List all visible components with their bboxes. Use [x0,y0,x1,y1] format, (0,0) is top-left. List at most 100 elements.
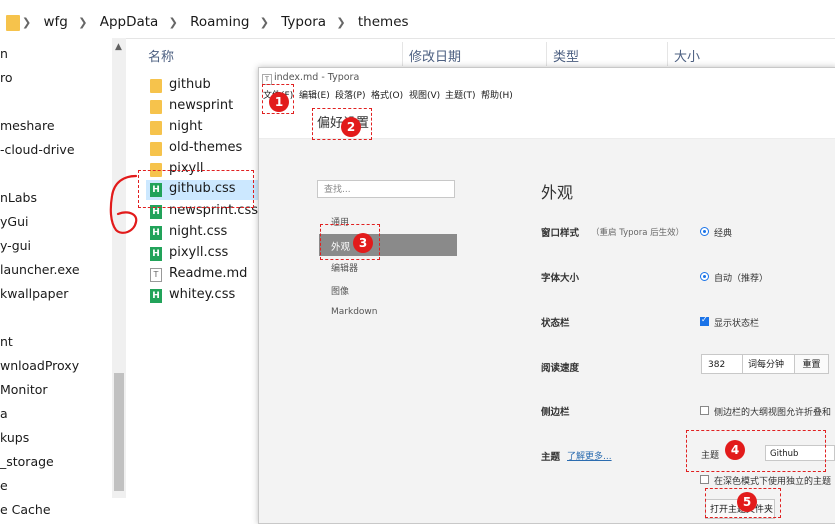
column-header-name[interactable]: 名称 [148,46,174,65]
list-item[interactable]: night [146,118,258,138]
step-badge: 3 [353,233,373,253]
sidebar-outline-checkbox[interactable] [700,406,709,415]
chevron-right-icon: ❯ [78,16,88,29]
nav-item[interactable]: a [0,406,8,421]
nav-item[interactable]: -cloud-drive [0,142,75,157]
window-style-radio[interactable] [700,227,709,236]
chevron-right-icon: ❯ [259,16,269,29]
nav-item[interactable]: yGui [0,214,28,229]
sidebar-outline-option: 侧边栏的大纲视图允许折叠和 [714,408,832,418]
menu-view[interactable]: 视图(V) [409,88,440,101]
sidebar-setting-label: 侧边栏 [541,407,570,418]
font-size-value: 自动（推荐） [714,274,769,284]
menu-format[interactable]: 格式(O) [371,88,403,101]
nav-item[interactable]: n [0,46,8,61]
file-name: pixyll.css [169,245,229,260]
reading-speed-unit: 词每分钟 [743,354,795,374]
file-name: old-themes [169,140,243,155]
navigation-pane: n ro meshare -cloud-drive nLabs yGui y-g… [0,38,126,522]
window-style-note: （重启 Typora 后生效） [591,228,685,238]
annotation-box [686,430,826,472]
nav-item[interactable]: e Cache [0,502,51,517]
list-item[interactable]: Hpixyll.css [146,244,258,264]
status-bar-option: 显示状态栏 [714,319,760,329]
breadcrumb-item[interactable]: wfg [44,14,68,30]
annotation-box [138,170,254,208]
folder-icon [150,121,162,135]
learn-more-link[interactable]: 了解更多... [567,449,612,462]
nav-item[interactable]: meshare [0,118,55,133]
text-file-icon: T [150,268,162,282]
nav-item[interactable]: _storage [0,454,54,469]
sidebar-item-markdown[interactable]: Markdown [331,307,377,317]
folder-icon [6,15,20,31]
folder-icon [150,142,162,156]
css-file-icon: H [150,289,162,303]
menu-themes[interactable]: 主题(T) [445,88,476,101]
reading-speed-label: 阅读速度 [541,363,580,374]
menu-help[interactable]: 帮助(H) [481,88,513,101]
nav-item[interactable]: Monitor [0,382,48,397]
step-badge: 4 [725,440,745,460]
column-header-date[interactable]: 修改日期 [409,46,461,65]
column-divider[interactable] [667,42,668,66]
file-name: night [169,119,203,134]
sidebar-item-image[interactable]: 图像 [331,284,349,297]
chevron-up-icon[interactable]: ▲ [115,42,122,52]
chevron-right-icon: ❯ [22,16,32,29]
list-item[interactable]: newsprint [146,97,258,117]
nav-item[interactable]: launcher.exe [0,262,80,277]
folder-icon [150,79,162,93]
file-name: whitey.css [169,287,236,302]
sidebar-item-editor[interactable]: 编辑器 [331,261,358,274]
section-title: 外观 [541,183,574,202]
nav-item[interactable]: ro [0,70,13,85]
menu-edit[interactable]: 编辑(E) [299,88,330,101]
window-style-label: 窗口样式 [541,228,580,239]
column-divider[interactable] [402,42,403,66]
list-item[interactable]: github [146,76,258,96]
nav-item[interactable]: kups [0,430,29,445]
nav-item[interactable]: wnloadProxy [0,358,79,373]
search-input[interactable]: 查找... [317,180,455,198]
nav-item[interactable]: nt [0,334,13,349]
list-item[interactable]: T Readme.md [146,265,258,285]
file-name: Readme.md [169,266,248,281]
window-style-value: 经典 [714,229,733,239]
css-file-icon: H [150,247,162,261]
address-bar[interactable]: ❯ wfg ❯ AppData ❯ Roaming ❯ Typora ❯ the… [0,8,835,39]
handwritten-mark [109,174,138,234]
step-badge: 2 [341,117,361,137]
nav-scrollbar[interactable]: ▲ [112,38,126,498]
folder-icon [150,100,162,114]
column-divider[interactable] [546,42,547,66]
status-bar-checkbox[interactable] [700,315,709,326]
menu-paragraph[interactable]: 段落(P) [335,88,365,101]
font-size-radio[interactable] [700,272,709,281]
css-file-icon: H [150,226,162,240]
breadcrumb-item[interactable]: AppData [100,14,159,30]
window-title: index.md - Typora [274,72,360,83]
breadcrumb-item[interactable]: Typora [281,14,326,30]
nav-item[interactable]: kwallpaper [0,286,68,301]
nav-item[interactable]: nLabs [0,190,37,205]
dark-theme-option: 在深色模式下使用独立的主题 [714,477,832,487]
list-item[interactable]: Hwhitey.css [146,286,258,306]
nav-item[interactable]: e [0,478,8,493]
reading-speed-input[interactable]: 382 [701,354,743,374]
breadcrumb: ❯ wfg ❯ AppData ❯ Roaming ❯ Typora ❯ the… [22,14,415,30]
breadcrumb-item[interactable]: themes [358,14,409,30]
column-header-size[interactable]: 大小 [674,46,700,65]
step-badge: 5 [737,492,757,512]
nav-item[interactable]: y-gui [0,238,31,253]
dark-theme-checkbox[interactable] [700,475,709,484]
breadcrumb-item[interactable]: Roaming [190,14,249,30]
file-name: github [169,77,211,92]
list-item[interactable]: Hnight.css [146,223,258,243]
theme-label: 主题 [541,452,561,463]
column-header-type[interactable]: 类型 [553,46,579,65]
list-item[interactable]: old-themes [146,139,258,159]
window-titlebar[interactable]: T index.md - Typora [259,68,835,88]
scrollbar-thumb[interactable] [114,373,124,491]
reset-button[interactable]: 重置 [795,354,829,374]
